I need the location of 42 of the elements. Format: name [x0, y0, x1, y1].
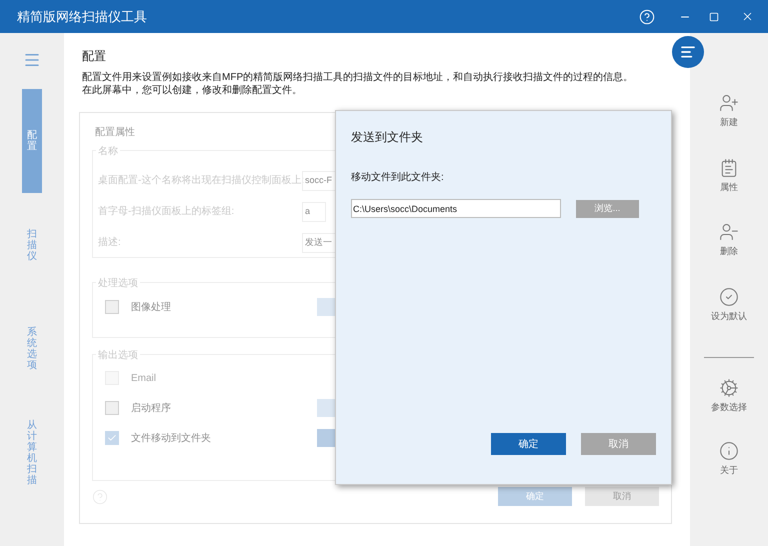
info-icon — [719, 440, 739, 460]
window-title: 精简版网络扫描仪工具 — [17, 8, 147, 26]
menu-button[interactable] — [672, 36, 704, 68]
action-button[interactable]: 设为默认 — [711, 286, 747, 323]
action-button[interactable]: 关于 — [719, 440, 739, 477]
checkbox[interactable] — [105, 431, 119, 445]
dialog-button[interactable]: 取消 — [581, 433, 656, 455]
nav-tab[interactable]: 系统选项 — [22, 297, 42, 401]
option-label: 文件移动到文件夹 — [131, 432, 212, 446]
nav-tab[interactable]: 扫描仪 — [22, 193, 42, 297]
maximize-icon[interactable] — [709, 12, 719, 22]
action-button[interactable]: 参数选择 — [711, 378, 747, 414]
menu-icon — [680, 44, 696, 60]
field-label: 移动文件到此文件夹: — [351, 170, 445, 185]
settings-icon — [719, 378, 739, 398]
checkbox[interactable] — [105, 300, 119, 314]
close-icon[interactable] — [741, 10, 754, 23]
nav-tab[interactable]: 从计算机扫描 — [22, 401, 42, 505]
option-label: Email — [131, 372, 158, 386]
check-icon — [107, 433, 117, 443]
check-circle-icon — [719, 286, 739, 306]
page-description: 配置文件用来设置例如接收来自MFP的精简版网络扫描工具的扫描文件的目标地址，和自动执行接收扫描文件的过程的信息。 — [82, 71, 634, 84]
dialog-title: 发送到文件夹 — [351, 129, 424, 146]
action-button[interactable]: 删除 — [719, 222, 739, 258]
action-button[interactable]: 新建 — [719, 93, 739, 130]
checkbox[interactable] — [105, 401, 119, 415]
text-field[interactable]: a — [302, 202, 326, 222]
card-button[interactable]: 取消 — [585, 487, 659, 506]
menu-icon[interactable] — [23, 51, 41, 69]
person-minus-icon — [719, 222, 739, 242]
person-plus-icon — [719, 93, 739, 113]
page-title: 配置 — [81, 48, 107, 65]
section-title: 配置属性 — [94, 126, 135, 140]
path-field[interactable]: C:\Users\socc\Documents — [351, 199, 561, 218]
dialog-button[interactable]: 确定 — [491, 433, 566, 455]
nav-tab[interactable]: 配置 — [22, 89, 42, 193]
option-label: 启动程序 — [131, 402, 172, 416]
browse-button[interactable]: 浏览... — [576, 200, 639, 218]
action-button[interactable]: 属性 — [719, 158, 739, 194]
option-label: 图像处理 — [131, 300, 172, 314]
document-icon — [719, 158, 739, 178]
page-description: 在此屏幕中，您可以创建，修改和删除配置文件。 — [82, 84, 303, 97]
